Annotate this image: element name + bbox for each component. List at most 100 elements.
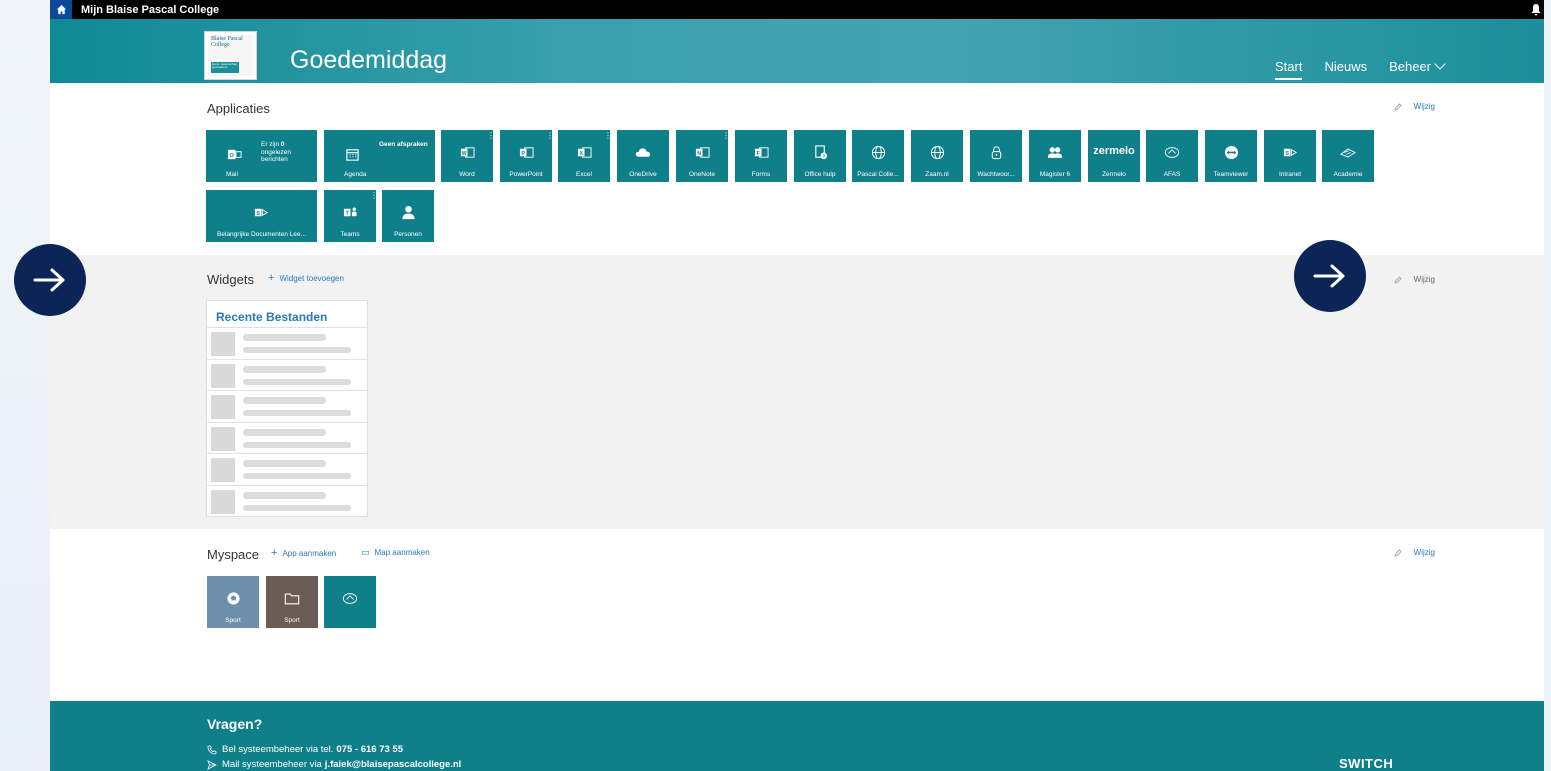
applications-title: Applicaties	[207, 101, 270, 116]
widgets-title: Widgets	[207, 272, 254, 287]
home-icon	[56, 4, 66, 15]
app-tile-office-hulp[interactable]: ? Office hulp	[794, 130, 846, 182]
school-logo[interactable]: Blaise Pascal College kunst, wetenschap,…	[204, 31, 257, 80]
app-tile-word[interactable]: ⋮ W Word	[441, 130, 495, 182]
app-tile-wachtwoord[interactable]: Wachtwoor...	[970, 130, 1022, 182]
app-tile-label: Mail	[226, 171, 238, 178]
app-tile-personen[interactable]: Personen	[382, 190, 434, 242]
top-bar: Mijn Blaise Pascal College	[50, 0, 1544, 19]
mail-message: Er zijn 0 ongelezen berichten	[261, 141, 313, 164]
person-icon	[400, 204, 416, 220]
create-folder-link[interactable]: ▭ Map aanmaken	[361, 547, 430, 558]
home-button[interactable]	[50, 0, 72, 19]
app-tile-magister[interactable]: Magister 6	[1029, 130, 1081, 182]
onenote-icon: N	[694, 144, 710, 160]
app-tile-pascal-college[interactable]: Pascal Colle...	[852, 130, 904, 182]
app-tile-onedrive[interactable]: OneDrive	[617, 130, 669, 182]
myspace-tile-sport-app[interactable]: Sport	[207, 576, 259, 628]
right-background-strip	[1544, 0, 1551, 771]
svg-text:O: O	[229, 152, 234, 158]
zermelo-logo: zermelo	[1093, 145, 1135, 157]
footer: Vragen? Bel systeembeheer via tel. 075 - …	[50, 701, 1544, 771]
powerpoint-icon: P	[518, 144, 534, 160]
teamviewer-icon	[1223, 144, 1239, 160]
phone-prefix: Bel systeembeheer via tel.	[222, 744, 334, 755]
widgets-edit-link[interactable]: Wijzig	[1394, 275, 1435, 284]
app-tile-label: Zaam.nl	[925, 171, 949, 178]
app-tile-teams[interactable]: ⋮ T Teams	[324, 190, 378, 242]
nav-nieuws[interactable]: Nieuws	[1324, 59, 1367, 74]
pencil-icon	[1394, 275, 1402, 284]
app-tile-label: Pascal Colle...	[857, 171, 899, 178]
app-tile-intranet[interactable]: S Intranet	[1264, 130, 1316, 182]
afas-icon	[342, 590, 358, 606]
globe-icon	[870, 144, 886, 160]
app-tile-label: Personen	[394, 231, 422, 238]
plus-icon: +	[271, 547, 278, 559]
switch-logo: SWITCH	[1339, 756, 1394, 771]
logo-text: Blaise Pascal College	[211, 36, 243, 48]
cloud-icon	[635, 144, 651, 160]
word-icon: W	[459, 144, 475, 160]
svg-text:W: W	[461, 150, 466, 156]
app-tile-label: Academie	[1333, 171, 1363, 178]
app-tile-label: OneNote	[688, 171, 716, 178]
nav-beheer[interactable]: Beheer	[1389, 58, 1446, 74]
widget-title[interactable]: Recente Bestanden	[207, 301, 367, 328]
sharepoint-icon: S	[1282, 144, 1298, 160]
more-icon[interactable]: ⋮	[604, 132, 612, 140]
chevron-down-icon	[1434, 58, 1446, 70]
folder-icon	[284, 590, 300, 606]
app-tile-academie[interactable]: Academie	[1322, 130, 1374, 182]
app-tile-zaam[interactable]: Zaam.nl	[911, 130, 963, 182]
app-tile-label: Office hulp	[804, 171, 836, 178]
teams-icon: T	[342, 204, 358, 220]
academie-icon	[1340, 144, 1356, 160]
arrow-right-button-right[interactable]	[1294, 240, 1366, 312]
svg-text:S: S	[1285, 150, 1289, 156]
afas-icon	[1164, 144, 1180, 160]
people-icon	[1047, 144, 1063, 160]
outlook-icon: O	[226, 146, 242, 162]
app-tile-onenote[interactable]: ⋮ N OneNote	[676, 130, 730, 182]
myspace-tile-sport-folder[interactable]: Sport	[266, 576, 318, 628]
forms-icon: F	[753, 144, 769, 160]
app-tile-agenda[interactable]: Geen afspraken Agenda	[324, 130, 435, 182]
create-app-link[interactable]: + App aanmaken	[271, 547, 336, 559]
applications-edit-link[interactable]: Wijzig	[1394, 102, 1435, 111]
app-tile-forms[interactable]: F Forms	[735, 130, 787, 182]
myspace-tile-afas[interactable]	[324, 576, 376, 628]
skeleton-row	[207, 328, 367, 360]
calendar-icon	[344, 146, 360, 162]
myspace-edit-link[interactable]: Wijzig	[1394, 548, 1435, 557]
arrow-right-icon	[33, 268, 65, 292]
myspace-tile-label: Sport	[284, 617, 300, 624]
plus-icon: +	[268, 272, 275, 284]
app-tile-zermelo[interactable]: zermelo Zermelo	[1088, 130, 1140, 182]
more-icon[interactable]: ⋮	[546, 132, 554, 140]
pencil-icon	[1394, 102, 1402, 111]
arrow-right-button-left[interactable]	[14, 244, 86, 316]
phone-icon	[207, 745, 217, 754]
app-tile-label: Word	[459, 171, 475, 178]
app-tile-label: Excel	[576, 171, 592, 178]
add-widget-link[interactable]: + Widget toevoegen	[268, 272, 344, 284]
myspace-title: Myspace	[207, 547, 260, 562]
more-icon[interactable]: ⋮	[722, 132, 730, 140]
help-document-icon: ?	[812, 144, 828, 160]
app-tile-label: Intranet	[1278, 171, 1302, 178]
support-email[interactable]: j.faiek@blaisepascalcollege.nl	[325, 759, 462, 770]
app-tile-excel[interactable]: ⋮ X Excel	[558, 130, 612, 182]
more-icon[interactable]: ⋮	[487, 132, 495, 140]
app-tile-teamviewer[interactable]: Teamviewer	[1205, 130, 1257, 182]
nav-start[interactable]: Start	[1274, 59, 1303, 80]
header-banner: Blaise Pascal College kunst, wetenschap,…	[50, 19, 1544, 83]
app-tile-label: Forms	[751, 171, 771, 178]
bell-icon[interactable]	[1530, 3, 1542, 16]
app-tile-belangrijke-documenten[interactable]: S Belangrijke Documenten Lee...	[206, 190, 317, 242]
phone-number[interactable]: 075 - 616 73 55	[336, 744, 403, 755]
app-tile-powerpoint[interactable]: ⋮ P PowerPoint	[500, 130, 554, 182]
app-tile-afas[interactable]: AFAS	[1146, 130, 1198, 182]
app-tile-mail[interactable]: O Er zijn 0 ongelezen berichten Mail	[206, 130, 317, 182]
more-icon[interactable]: ⋮	[370, 192, 378, 200]
